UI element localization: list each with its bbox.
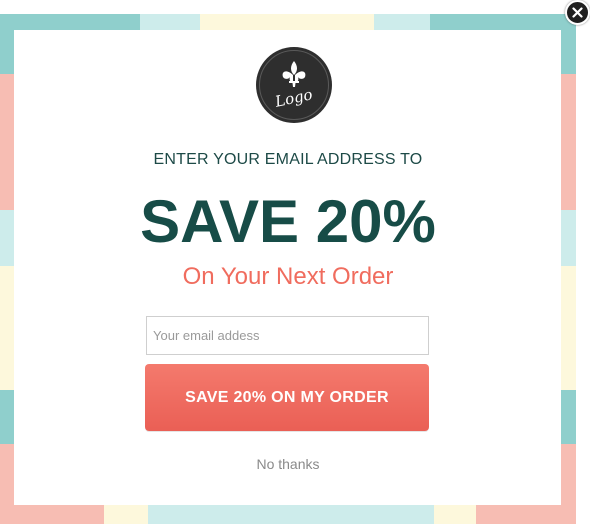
no-thanks-link[interactable]: No thanks [0, 456, 576, 472]
subheadline: On Your Next Order [182, 263, 394, 290]
fleur-de-lis-icon: Logo [273, 61, 315, 111]
kicker-text: ENTER YOUR EMAIL ADDRESS TO [153, 151, 423, 168]
popup-overlay: Logo ENTER YOUR EMAIL ADDRESS TO SAVE 20… [0, 0, 590, 524]
headline: SAVE 20% [140, 188, 436, 255]
close-icon [572, 7, 583, 18]
email-input[interactable] [146, 316, 429, 355]
close-button[interactable] [565, 0, 590, 25]
brand-logo: Logo [256, 47, 332, 123]
frame-top-stripes [0, 14, 576, 30]
logo-text: Logo [273, 85, 315, 111]
save-20-percent-button[interactable]: SAVE 20% ON MY ORDER [145, 364, 429, 431]
frame-bottom-stripes [0, 505, 576, 524]
